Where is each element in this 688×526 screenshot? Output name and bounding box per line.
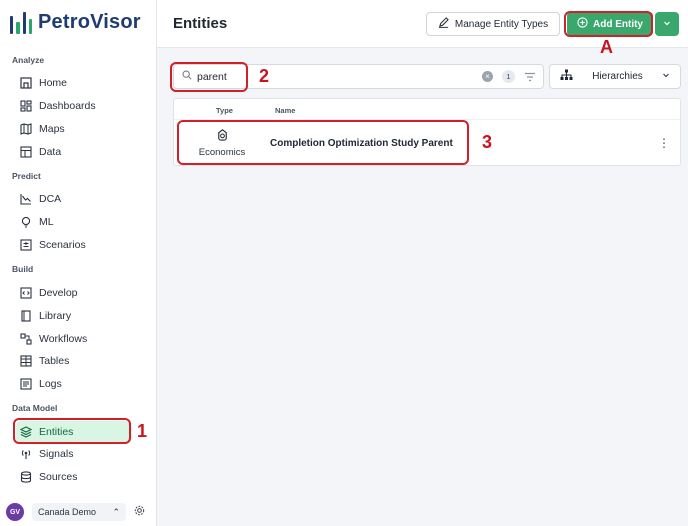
sidebar-item-label: Scenarios bbox=[39, 239, 86, 251]
clear-search-icon[interactable]: × bbox=[482, 71, 493, 82]
sidebar-item-tables[interactable]: Tables bbox=[16, 350, 132, 372]
code-icon bbox=[20, 287, 32, 299]
sidebar-item-sources[interactable]: Sources bbox=[16, 466, 132, 488]
sidebar-item-ml[interactable]: ML bbox=[16, 211, 132, 233]
workflow-icon bbox=[20, 333, 32, 345]
chevron-up-icon: ⌃ bbox=[112, 506, 120, 517]
sidebar-item-label: Dashboards bbox=[39, 100, 96, 112]
chevron-down-icon bbox=[662, 71, 670, 82]
sidebar-item-data[interactable]: Data bbox=[16, 141, 132, 163]
workspace-name: Canada Demo bbox=[38, 507, 97, 517]
callout-box-a bbox=[564, 11, 653, 37]
filter-icon[interactable] bbox=[524, 71, 536, 86]
manage-entity-types-button[interactable]: Manage Entity Types bbox=[426, 12, 560, 36]
sidebar-item-label: Data bbox=[39, 146, 62, 158]
dashboard-icon bbox=[20, 100, 32, 112]
table-icon bbox=[20, 146, 32, 158]
sidebar-item-label: ML bbox=[39, 216, 54, 228]
sidebar-item-label: DCA bbox=[39, 193, 62, 205]
sidebar-item-label: Workflows bbox=[39, 333, 88, 345]
sidebar-item-maps[interactable]: Maps bbox=[16, 118, 132, 140]
database-icon bbox=[20, 471, 32, 483]
sidebar-item-label: Home bbox=[39, 77, 68, 89]
column-header-name[interactable]: Name bbox=[275, 106, 295, 115]
section-build: Build bbox=[12, 264, 34, 274]
sidebar-item-label: Tables bbox=[39, 355, 70, 367]
sidebar: PetroVisor Analyze Home Dashboards Maps … bbox=[0, 0, 157, 526]
filter-count-badge: 1 bbox=[502, 70, 515, 83]
library-icon bbox=[20, 310, 32, 322]
gear-icon[interactable] bbox=[134, 505, 145, 519]
sidebar-item-label: Signals bbox=[39, 448, 74, 460]
lightbulb-icon bbox=[20, 216, 32, 228]
sidebar-item-label: Maps bbox=[39, 123, 65, 135]
logs-icon bbox=[20, 378, 32, 390]
app-name: PetroVisor bbox=[38, 10, 141, 33]
section-predict: Predict bbox=[12, 171, 41, 181]
column-header-type[interactable]: Type bbox=[216, 106, 233, 115]
sidebar-item-scenarios[interactable]: Scenarios bbox=[16, 234, 132, 256]
chevron-down-icon bbox=[663, 19, 671, 29]
sidebar-item-dca[interactable]: DCA bbox=[16, 188, 132, 210]
logo-icon bbox=[10, 10, 32, 34]
more-options-icon[interactable]: ⋮ bbox=[658, 136, 670, 150]
workspace-selector[interactable]: Canada Demo ⌃ bbox=[32, 503, 126, 521]
scenarios-icon bbox=[20, 239, 32, 251]
logo[interactable]: PetroVisor bbox=[10, 10, 141, 34]
sidebar-footer: GV Canada Demo ⌃ bbox=[0, 498, 157, 526]
page-title: Entities bbox=[173, 15, 228, 32]
home-icon bbox=[20, 77, 32, 89]
pencil-icon bbox=[438, 17, 449, 31]
callout-label-3: 3 bbox=[482, 132, 493, 152]
callout-label-2: 2 bbox=[259, 66, 270, 86]
sidebar-item-dashboards[interactable]: Dashboards bbox=[16, 95, 132, 117]
sidebar-item-label: Logs bbox=[39, 378, 62, 390]
sidebar-item-signals[interactable]: Signals bbox=[16, 443, 132, 465]
sidebar-item-label: Library bbox=[39, 310, 72, 322]
callout-box-1 bbox=[13, 418, 131, 444]
manage-entity-types-label: Manage Entity Types bbox=[454, 18, 549, 30]
sidebar-item-library[interactable]: Library bbox=[16, 305, 132, 327]
hierarchies-dropdown[interactable]: Hierarchies bbox=[549, 64, 681, 89]
sidebar-item-label: Sources bbox=[39, 471, 78, 483]
callout-label-1: 1 bbox=[137, 421, 148, 441]
sidebar-item-develop[interactable]: Develop bbox=[16, 282, 132, 304]
signal-icon bbox=[20, 448, 32, 460]
callout-box-3 bbox=[177, 120, 469, 165]
section-analyze: Analyze bbox=[12, 55, 45, 65]
sidebar-item-home[interactable]: Home bbox=[16, 72, 132, 94]
sidebar-item-workflows[interactable]: Workflows bbox=[16, 328, 132, 350]
hierarchies-label: Hierarchies bbox=[592, 71, 643, 82]
section-data-model: Data Model bbox=[12, 403, 58, 413]
sidebar-item-label: Develop bbox=[39, 287, 78, 299]
sidebar-item-logs[interactable]: Logs bbox=[16, 373, 132, 395]
map-icon bbox=[20, 123, 32, 135]
callout-label-a: A bbox=[600, 37, 613, 57]
chart-line-icon bbox=[20, 193, 32, 205]
add-entity-dropdown-button[interactable] bbox=[655, 12, 679, 36]
tables-icon bbox=[20, 355, 32, 367]
callout-box-2 bbox=[170, 62, 248, 92]
hierarchy-icon bbox=[560, 69, 573, 84]
avatar[interactable]: GV bbox=[6, 503, 24, 521]
